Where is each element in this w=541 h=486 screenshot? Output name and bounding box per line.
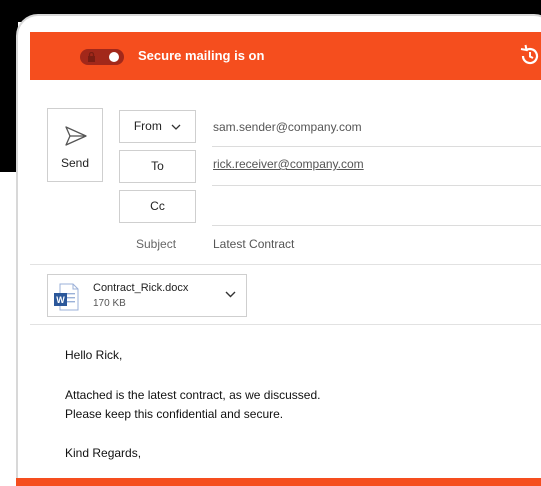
- chevron-down-icon: [171, 124, 181, 130]
- secure-mailing-toggle[interactable]: [80, 49, 124, 65]
- to-button[interactable]: To: [119, 150, 196, 183]
- message-line: Attached is the latest contract, as we d…: [65, 388, 321, 402]
- send-label: Send: [60, 156, 90, 170]
- chevron-down-icon[interactable]: [225, 291, 236, 298]
- from-value[interactable]: sam.sender@company.com: [213, 120, 362, 134]
- cc-button[interactable]: Cc: [119, 190, 196, 223]
- history-icon[interactable]: [518, 44, 541, 68]
- svg-text:W: W: [56, 295, 65, 305]
- to-label: To: [151, 159, 164, 173]
- secure-mailing-bar: Secure mailing is on: [30, 32, 541, 80]
- bottom-accent-bar: [16, 478, 541, 486]
- secure-mailing-label: Secure mailing is on: [138, 48, 265, 63]
- divider: [30, 264, 541, 265]
- from-button[interactable]: From: [119, 110, 196, 143]
- message-greeting: Hello Rick,: [65, 348, 123, 362]
- word-file-icon: W: [54, 283, 79, 311]
- message-line: Please keep this confidential and secure…: [65, 407, 284, 421]
- divider: [212, 225, 541, 226]
- compose-window: Secure mailing is on Send From sam.sende…: [30, 32, 541, 486]
- attachment-name: Contract_Rick.docx: [93, 282, 189, 294]
- subject-input[interactable]: Latest Contract: [213, 237, 294, 251]
- toggle-knob: [109, 52, 119, 62]
- divider: [30, 324, 541, 325]
- cc-label: Cc: [150, 199, 165, 213]
- send-icon: [65, 126, 87, 146]
- attachment-chip[interactable]: W Contract_Rick.docx 170 KB: [47, 274, 247, 317]
- send-button[interactable]: Send: [47, 108, 103, 182]
- from-label: From: [133, 119, 162, 133]
- to-value[interactable]: rick.receiver@company.com: [213, 157, 364, 171]
- subject-label: Subject: [136, 237, 177, 251]
- divider: [212, 146, 541, 147]
- message-closing: Kind Regards,: [65, 446, 142, 460]
- attachment-size: 170 KB: [93, 298, 126, 309]
- lock-icon: [88, 52, 95, 62]
- divider: [212, 185, 541, 186]
